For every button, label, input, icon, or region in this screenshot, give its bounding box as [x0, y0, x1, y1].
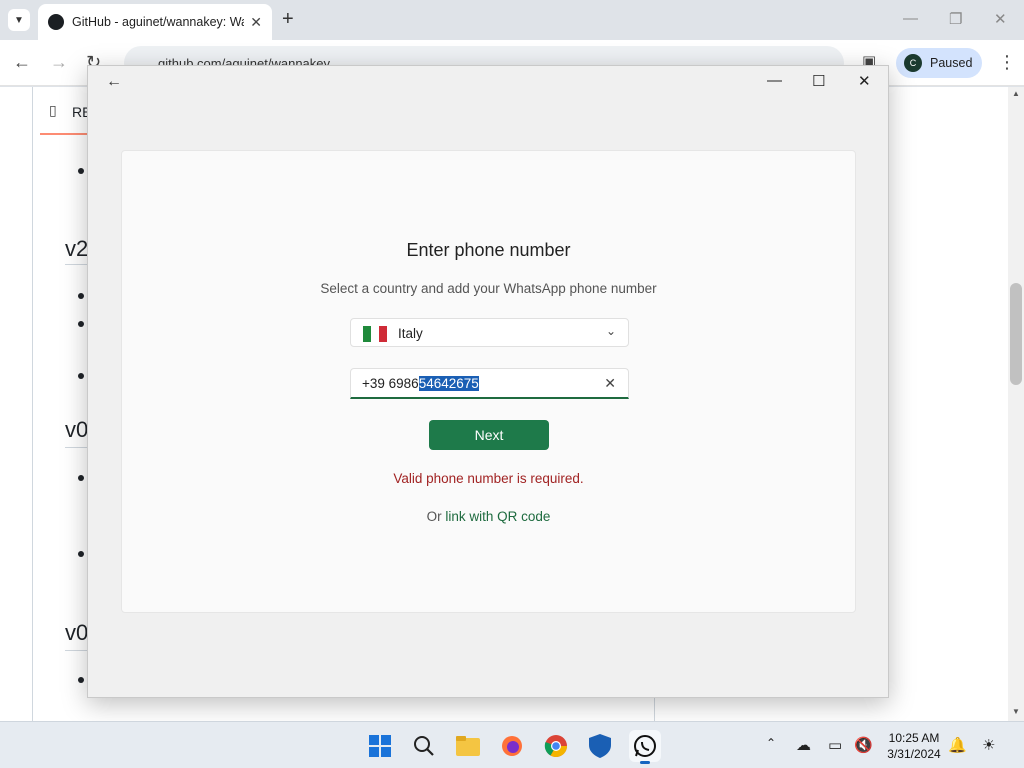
window-close-icon[interactable]: ✕	[858, 72, 871, 90]
profile-status: Paused	[930, 56, 973, 70]
window-maximize-icon[interactable]: ☐	[812, 72, 825, 90]
scroll-down-icon[interactable]: ▼	[1012, 707, 1020, 716]
chevron-down-icon: ⌄	[605, 324, 616, 338]
phone-number-text: +39 698654642675	[362, 376, 479, 391]
list-bullet	[78, 373, 84, 379]
profile-button[interactable]: C Paused	[896, 48, 982, 78]
page-title: Enter phone number	[406, 240, 571, 260]
whatsapp-window: ← — ☐ ✕ Enter phone number Select a coun…	[87, 65, 889, 698]
notification-bell-icon[interactable]: 🔔	[948, 736, 967, 754]
phone-selected-text: 54642675	[418, 376, 479, 391]
whatsapp-icon[interactable]	[629, 730, 661, 764]
tab-search-icon[interactable]: ▼	[8, 9, 30, 31]
book-icon: ▯	[49, 102, 57, 118]
clock-time: 10:25 AM	[888, 731, 940, 745]
active-app-indicator	[640, 761, 650, 764]
tab-close-icon[interactable]: ✕	[250, 14, 262, 31]
clock-date: 3/31/2024	[887, 747, 941, 761]
firefox-icon[interactable]	[496, 730, 528, 762]
list-bullet	[78, 168, 84, 174]
list-bullet	[78, 475, 84, 481]
clear-input-icon[interactable]: ✕	[604, 375, 616, 392]
avatar: C	[904, 54, 922, 72]
qr-link-row: Or link with QR code	[122, 509, 855, 524]
phone-number-input[interactable]: +39 698654642675 ✕	[350, 368, 629, 399]
scrollbar-thumb[interactable]	[1010, 283, 1022, 385]
page-scrollbar[interactable]: ▲ ▼	[1008, 87, 1024, 721]
taskbar: ⌃ ☁ ▭ 🔇 10:25 AM 3/31/2024 🔔 ☀	[0, 721, 1024, 768]
section-heading: v0	[65, 620, 89, 645]
country-select[interactable]: Italy ⌄	[350, 318, 629, 347]
defender-shield-icon[interactable]	[584, 730, 616, 762]
section-heading: v2	[65, 236, 89, 261]
network-icon[interactable]: ▭	[828, 736, 842, 754]
phone-entry-card: Enter phone number Select a country and …	[121, 150, 856, 613]
browser-close-icon[interactable]: ✕	[994, 10, 1007, 28]
windows-start-icon[interactable]	[364, 730, 396, 762]
page-subtitle: Select a country and add your WhatsApp p…	[320, 281, 657, 296]
volume-muted-icon[interactable]: 🔇	[854, 736, 873, 754]
new-tab-icon[interactable]: +	[282, 8, 294, 31]
list-bullet	[78, 293, 84, 299]
menu-icon[interactable]: ⋮	[998, 52, 1016, 73]
window-minimize-icon[interactable]: —	[767, 72, 782, 89]
chrome-icon[interactable]	[540, 730, 572, 762]
country-name: Italy	[398, 326, 423, 341]
qr-prefix: Or	[426, 509, 442, 524]
browser-tab[interactable]: GitHub - aguinet/wannakey: Wa ✕	[38, 4, 272, 40]
link-with-qr-code[interactable]: link with QR code	[445, 509, 550, 524]
browser-tabstrip: ▼ GitHub - aguinet/wannakey: Wa ✕ + — ❐ …	[0, 0, 1024, 40]
list-bullet	[78, 321, 84, 327]
next-button[interactable]: Next	[429, 420, 549, 450]
list-bullet	[78, 551, 84, 557]
phone-prefix: +39 6986	[362, 376, 419, 391]
file-explorer-icon[interactable]	[452, 730, 484, 762]
browser-minimize-icon[interactable]: —	[903, 10, 918, 27]
system-clock[interactable]: 10:25 AM 3/31/2024	[880, 730, 948, 762]
divider	[32, 87, 33, 721]
italy-flag-icon	[363, 326, 387, 342]
back-arrow-icon[interactable]: ←	[106, 73, 122, 91]
browser-restore-icon[interactable]: ❐	[949, 10, 962, 28]
forward-icon[interactable]: →	[50, 52, 68, 73]
onedrive-icon[interactable]: ☁	[796, 736, 811, 754]
github-icon	[48, 14, 64, 30]
error-message: Valid phone number is required.	[393, 471, 584, 486]
section-heading: v0	[65, 417, 89, 442]
weather-icon[interactable]: ☀	[982, 736, 995, 754]
scroll-up-icon[interactable]: ▲	[1012, 89, 1020, 98]
chevron-up-icon[interactable]: ⌃	[766, 736, 776, 750]
search-icon[interactable]	[408, 730, 440, 762]
tab-title: GitHub - aguinet/wannakey: Wa	[72, 15, 245, 29]
back-icon[interactable]: ←	[13, 52, 31, 73]
list-bullet	[78, 677, 84, 683]
